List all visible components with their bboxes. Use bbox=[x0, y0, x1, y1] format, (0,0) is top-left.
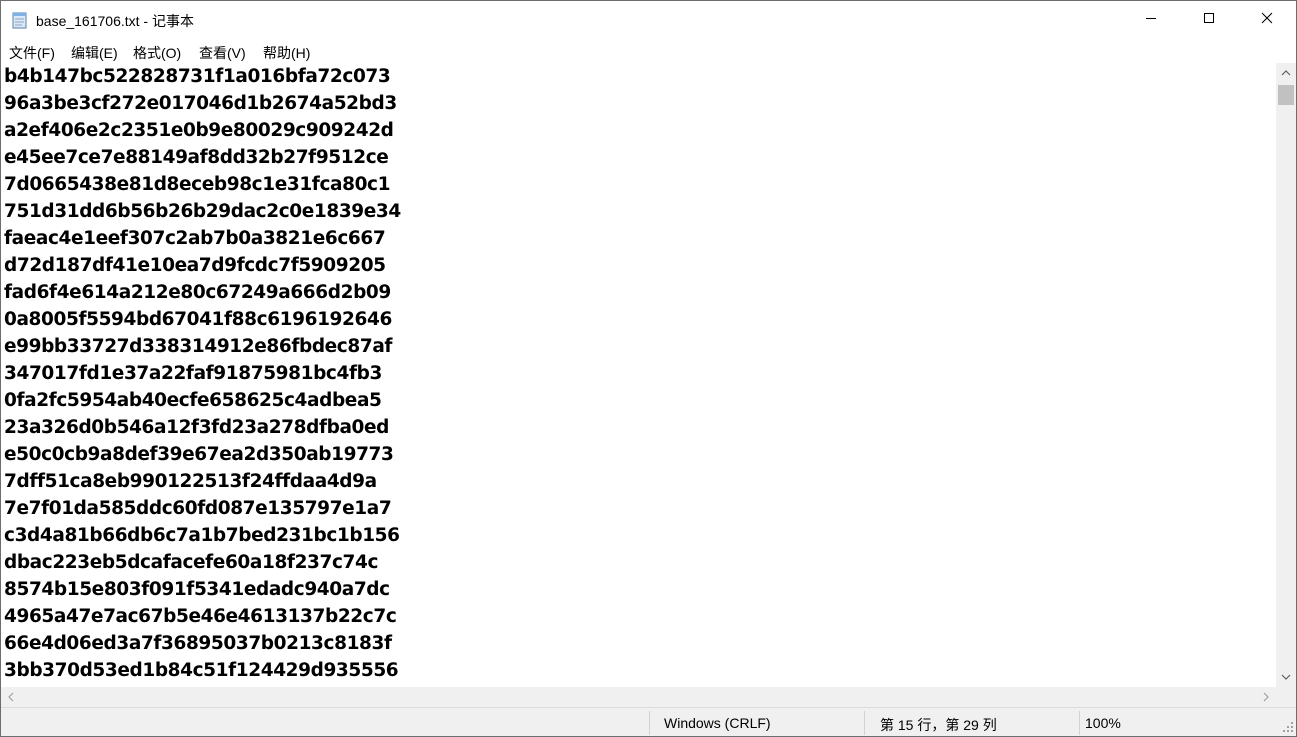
text-editor[interactable]: b4b147bc522828731f1a016bfa72c073 96a3be3… bbox=[1, 63, 1276, 687]
maximize-icon bbox=[1203, 11, 1215, 29]
resize-grip-icon[interactable] bbox=[1281, 720, 1295, 734]
text-line: c3d4a81b66db6c7a1b7bed231bc1b156 bbox=[4, 525, 400, 546]
notepad-app-icon[interactable] bbox=[12, 11, 28, 29]
text-line: 23a326d0b546a12f3fd23a278dfba0ed bbox=[4, 417, 389, 438]
status-encoding: Windows (CRLF) bbox=[664, 715, 771, 731]
text-line: 751d31dd6b56b26b29dac2c0e1839e34 bbox=[4, 201, 401, 222]
text-line: e45ee7ce7e88149af8dd32b27f9512ce bbox=[4, 147, 389, 168]
menu-format[interactable]: 格式(O) bbox=[133, 43, 181, 63]
scroll-up-button[interactable] bbox=[1276, 63, 1296, 83]
minimize-icon bbox=[1145, 11, 1157, 29]
text-line: 0a8005f5594bd67041f88c6196192646 bbox=[4, 309, 392, 330]
text-line: d72d187df41e10ea7d9fcdc7f5909205 bbox=[4, 255, 386, 276]
scrollbar-corner bbox=[1276, 687, 1296, 707]
scroll-down-button[interactable] bbox=[1276, 667, 1296, 687]
text-line: 66e4d06ed3a7f36895037b0213c8183f bbox=[4, 633, 392, 654]
menu-view[interactable]: 查看(V) bbox=[199, 43, 246, 63]
close-button[interactable] bbox=[1238, 1, 1296, 39]
text-line: 7e7f01da585ddc60fd087e135797e1a7 bbox=[4, 498, 392, 519]
text-line: 7d0665438e81d8eceb98c1e31fca80c1 bbox=[4, 174, 391, 195]
menu-file[interactable]: 文件(F) bbox=[9, 43, 55, 63]
text-line: 4965a47e7ac67b5e46e4613137b22c7c bbox=[4, 606, 397, 627]
menu-help[interactable]: 帮助(H) bbox=[263, 43, 310, 63]
status-cursor-position: 第 15 行，第 29 列 bbox=[880, 717, 997, 733]
minimize-button[interactable] bbox=[1122, 1, 1180, 39]
horizontal-scrollbar[interactable] bbox=[1, 687, 1276, 707]
text-line: faeac4e1eef307c2ab7b0a3821e6c667 bbox=[4, 228, 386, 249]
text-line: 96a3be3cf272e017046d1b2674a52bd3 bbox=[4, 93, 397, 114]
scroll-right-button[interactable] bbox=[1256, 687, 1276, 707]
window-title: base_161706.txt - 记事本 bbox=[36, 13, 194, 29]
notepad-window: base_161706.txt - 记事本 文件(F) 编辑(E) 格式(O) … bbox=[0, 0, 1297, 737]
menu-bar: 文件(F) 编辑(E) 格式(O) 查看(V) 帮助(H) bbox=[1, 39, 1296, 63]
status-divider bbox=[649, 711, 650, 735]
status-zoom: 100% bbox=[1085, 715, 1121, 731]
close-icon bbox=[1261, 11, 1273, 29]
text-line: 8574b15e803f091f5341edadc940a7dc bbox=[4, 579, 390, 600]
status-divider bbox=[1079, 711, 1080, 735]
title-bar[interactable]: base_161706.txt - 记事本 bbox=[1, 1, 1296, 39]
vertical-scrollbar[interactable] bbox=[1276, 63, 1296, 687]
text-line: 7dff51ca8eb990122513f24ffdaa4d9a bbox=[4, 471, 377, 492]
vertical-scroll-thumb[interactable] bbox=[1278, 85, 1294, 105]
text-line: a2ef406e2c2351e0b9e80029c909242d bbox=[4, 120, 394, 141]
status-divider bbox=[864, 711, 865, 735]
scroll-left-button[interactable] bbox=[1, 687, 21, 707]
text-line: e99bb33727d338314912e86fbdec87af bbox=[4, 336, 393, 357]
text-line: b4b147bc522828731f1a016bfa72c073 bbox=[4, 66, 391, 87]
text-line: 347017fd1e37a22faf91875981bc4fb3 bbox=[4, 363, 382, 384]
text-line: fad6f4e614a212e80c67249a666d2b09 bbox=[4, 282, 391, 303]
text-line: e50c0cb9a8def39e67ea2d350ab19773 bbox=[4, 444, 394, 465]
text-line: 0fa2fc5954ab40ecfe658625c4adbea5 bbox=[4, 390, 382, 411]
menu-edit[interactable]: 编辑(E) bbox=[71, 43, 118, 63]
maximize-button[interactable] bbox=[1180, 1, 1238, 39]
text-line: dbac223eb5dcafacefe60a18f237c74c bbox=[4, 552, 379, 573]
status-bar: Windows (CRLF) 第 15 行，第 29 列 100% bbox=[1, 707, 1296, 736]
text-line: 3bb370d53ed1b84c51f124429d935556 bbox=[4, 660, 399, 681]
